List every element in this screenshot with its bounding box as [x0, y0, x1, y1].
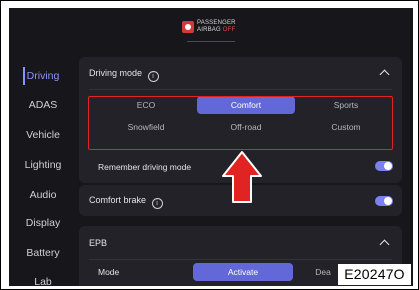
settings-screen: PASSENGER AIRBAG OFF Driving ADAS Vehicl… — [9, 8, 413, 286]
card-divider — [89, 259, 392, 260]
figure-frame: PASSENGER AIRBAG OFF Driving ADAS Vehicl… — [0, 0, 419, 290]
comfort-brake-title: Comfort brake i — [89, 195, 163, 209]
sidebar-item-vehicle[interactable]: Vehicle — [9, 125, 77, 145]
card-divider — [89, 89, 392, 90]
comfort-brake-toggle[interactable] — [375, 196, 393, 206]
passenger-airbag-status: PASSENGER AIRBAG OFF — [182, 19, 240, 37]
pointer-arrow-icon — [222, 151, 262, 203]
airbag-status-text: PASSENGER AIRBAG OFF — [197, 20, 236, 34]
remember-driving-mode-toggle[interactable] — [375, 161, 393, 171]
chevron-up-icon[interactable] — [379, 239, 390, 250]
toggle-knob — [384, 197, 392, 205]
status-divider — [187, 41, 235, 42]
sidebar-item-battery[interactable]: Battery — [9, 243, 77, 263]
driving-mode-highlight — [88, 96, 393, 150]
epb-title: EPB — [89, 238, 108, 248]
airbag-off-icon — [182, 21, 194, 33]
toggle-knob — [384, 162, 392, 170]
sidebar-item-driving[interactable]: Driving — [9, 66, 77, 86]
airbag-line2: AIRBAG — [197, 27, 221, 33]
remember-driving-mode-label: Remember driving mode — [98, 162, 192, 172]
info-icon[interactable]: i — [147, 71, 159, 82]
sidebar-item-audio[interactable]: Audio — [9, 185, 77, 205]
airbag-line1: PASSENGER — [197, 20, 236, 26]
settings-sidebar: Driving ADAS Vehicle Lighting Audio Disp… — [9, 56, 77, 286]
airbag-state: OFF — [222, 27, 236, 33]
sidebar-item-lab[interactable]: Lab — [9, 272, 77, 286]
sidebar-item-display[interactable]: Display — [9, 213, 77, 233]
info-icon[interactable]: i — [151, 198, 163, 209]
epb-mode-label: Mode — [98, 267, 120, 277]
epb-activate-button[interactable]: Activate — [193, 263, 293, 281]
comfort-brake-label: Comfort brake — [89, 195, 147, 205]
driving-mode-title: Driving mode i — [89, 68, 159, 82]
sidebar-item-lighting[interactable]: Lighting — [9, 155, 77, 175]
figure-code: E20247O — [338, 264, 411, 285]
sidebar-item-adas[interactable]: ADAS — [9, 95, 77, 115]
chevron-up-icon[interactable] — [379, 69, 390, 80]
driving-mode-label: Driving mode — [89, 68, 143, 78]
